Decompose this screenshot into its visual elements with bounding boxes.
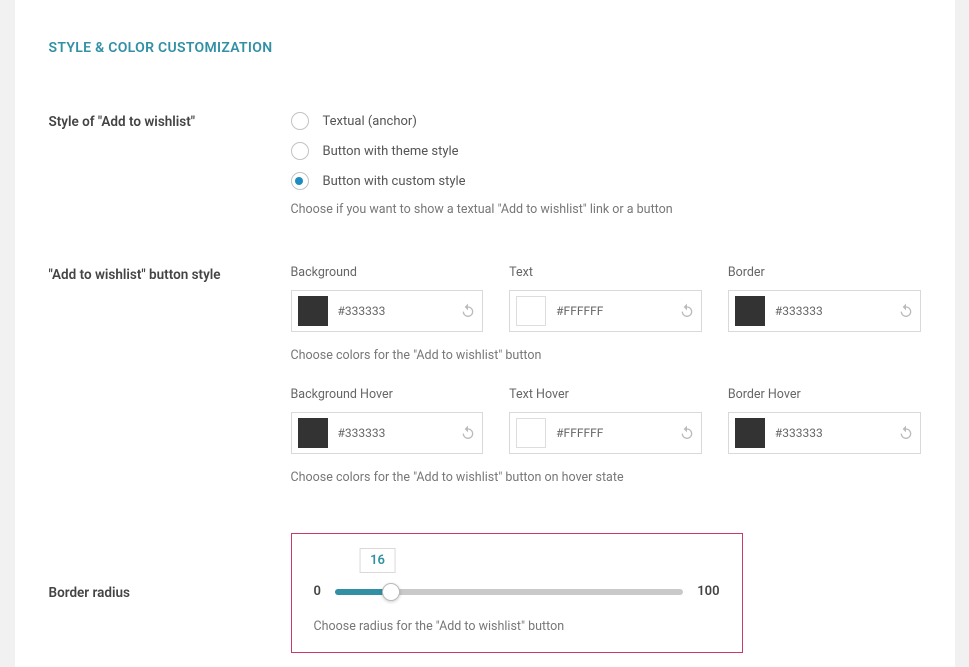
radio-icon	[291, 142, 309, 160]
color-hex: #FFFFFF	[556, 304, 669, 318]
color-helper-hover: Choose colors for the "Add to wishlist" …	[291, 470, 921, 485]
undo-icon[interactable]	[898, 303, 914, 319]
radius-highlight-box: 16 0 100 Choose radius for the "Add to w…	[291, 533, 743, 653]
color-picker-text-hover[interactable]: #FFFFFF	[509, 412, 702, 454]
color-hex: #333333	[775, 426, 888, 440]
color-col-text: Text #FFFFFF	[509, 265, 702, 332]
radio-icon	[291, 172, 309, 190]
color-caption: Border Hover	[728, 387, 921, 402]
color-grid-normal: Background #333333 Text #FFFFFF	[291, 265, 921, 332]
row-border-radius: Border radius 16 0 100 Choose radius for…	[49, 533, 921, 653]
slider-min-label: 0	[314, 584, 321, 599]
color-hex: #333333	[338, 426, 451, 440]
settings-panel: STYLE & COLOR CUSTOMIZATION Style of "Ad…	[15, 0, 955, 667]
color-hex: #333333	[775, 304, 888, 318]
slider-line: 0 100	[314, 584, 720, 599]
color-swatch	[516, 418, 546, 448]
button-style-content: Background #333333 Text #FFFFFF	[291, 265, 921, 485]
section-title: STYLE & COLOR CUSTOMIZATION	[49, 40, 921, 56]
color-caption: Border	[728, 265, 921, 280]
color-col-border-hover: Border Hover #333333	[728, 387, 921, 454]
slider-max-label: 100	[697, 584, 719, 599]
radius-slider-wrap: 16 0 100	[314, 548, 720, 599]
color-col-text-hover: Text Hover #FFFFFF	[509, 387, 702, 454]
undo-icon[interactable]	[460, 303, 476, 319]
radio-label: Button with custom style	[323, 174, 466, 189]
color-caption: Background Hover	[291, 387, 484, 402]
color-swatch	[735, 296, 765, 326]
undo-icon[interactable]	[679, 425, 695, 441]
slider-thumb[interactable]	[382, 583, 400, 601]
color-swatch	[298, 418, 328, 448]
undo-icon[interactable]	[679, 303, 695, 319]
style-helper-text: Choose if you want to show a textual "Ad…	[291, 202, 921, 217]
color-swatch	[298, 296, 328, 326]
color-picker-text[interactable]: #FFFFFF	[509, 290, 702, 332]
row-label-style: Style of "Add to wishlist"	[49, 112, 291, 130]
color-col-border: Border #333333	[728, 265, 921, 332]
color-swatch	[516, 296, 546, 326]
color-caption: Text Hover	[509, 387, 702, 402]
color-caption: Text	[509, 265, 702, 280]
color-picker-background[interactable]: #333333	[291, 290, 484, 332]
color-helper-normal: Choose colors for the "Add to wishlist" …	[291, 348, 921, 363]
color-hex: #333333	[338, 304, 451, 318]
color-grid-hover: Background Hover #333333 Text Hover #FFF…	[291, 387, 921, 454]
radio-option-custom-style[interactable]: Button with custom style	[291, 172, 921, 190]
color-picker-border-hover[interactable]: #333333	[728, 412, 921, 454]
radio-option-theme-style[interactable]: Button with theme style	[291, 142, 921, 160]
row-label-radius: Border radius	[49, 533, 291, 601]
style-options: Textual (anchor) Button with theme style…	[291, 112, 921, 217]
color-picker-border[interactable]: #333333	[728, 290, 921, 332]
row-button-style: "Add to wishlist" button style Backgroun…	[49, 265, 921, 485]
row-label-button-style: "Add to wishlist" button style	[49, 265, 291, 283]
color-col-background-hover: Background Hover #333333	[291, 387, 484, 454]
color-col-background: Background #333333	[291, 265, 484, 332]
radio-icon	[291, 112, 309, 130]
color-caption: Background	[291, 265, 484, 280]
radius-helper-text: Choose radius for the "Add to wishlist" …	[314, 619, 720, 634]
undo-icon[interactable]	[460, 425, 476, 441]
undo-icon[interactable]	[898, 425, 914, 441]
color-swatch	[735, 418, 765, 448]
radius-content: 16 0 100 Choose radius for the "Add to w…	[291, 533, 921, 653]
color-hex: #FFFFFF	[556, 426, 669, 440]
color-picker-background-hover[interactable]: #333333	[291, 412, 484, 454]
row-style-wishlist: Style of "Add to wishlist" Textual (anch…	[49, 112, 921, 217]
slider-value-bubble: 16	[359, 548, 396, 573]
radio-label: Textual (anchor)	[323, 114, 417, 129]
radio-option-textual[interactable]: Textual (anchor)	[291, 112, 921, 130]
radius-slider[interactable]	[335, 589, 683, 595]
radio-label: Button with theme style	[323, 144, 459, 159]
